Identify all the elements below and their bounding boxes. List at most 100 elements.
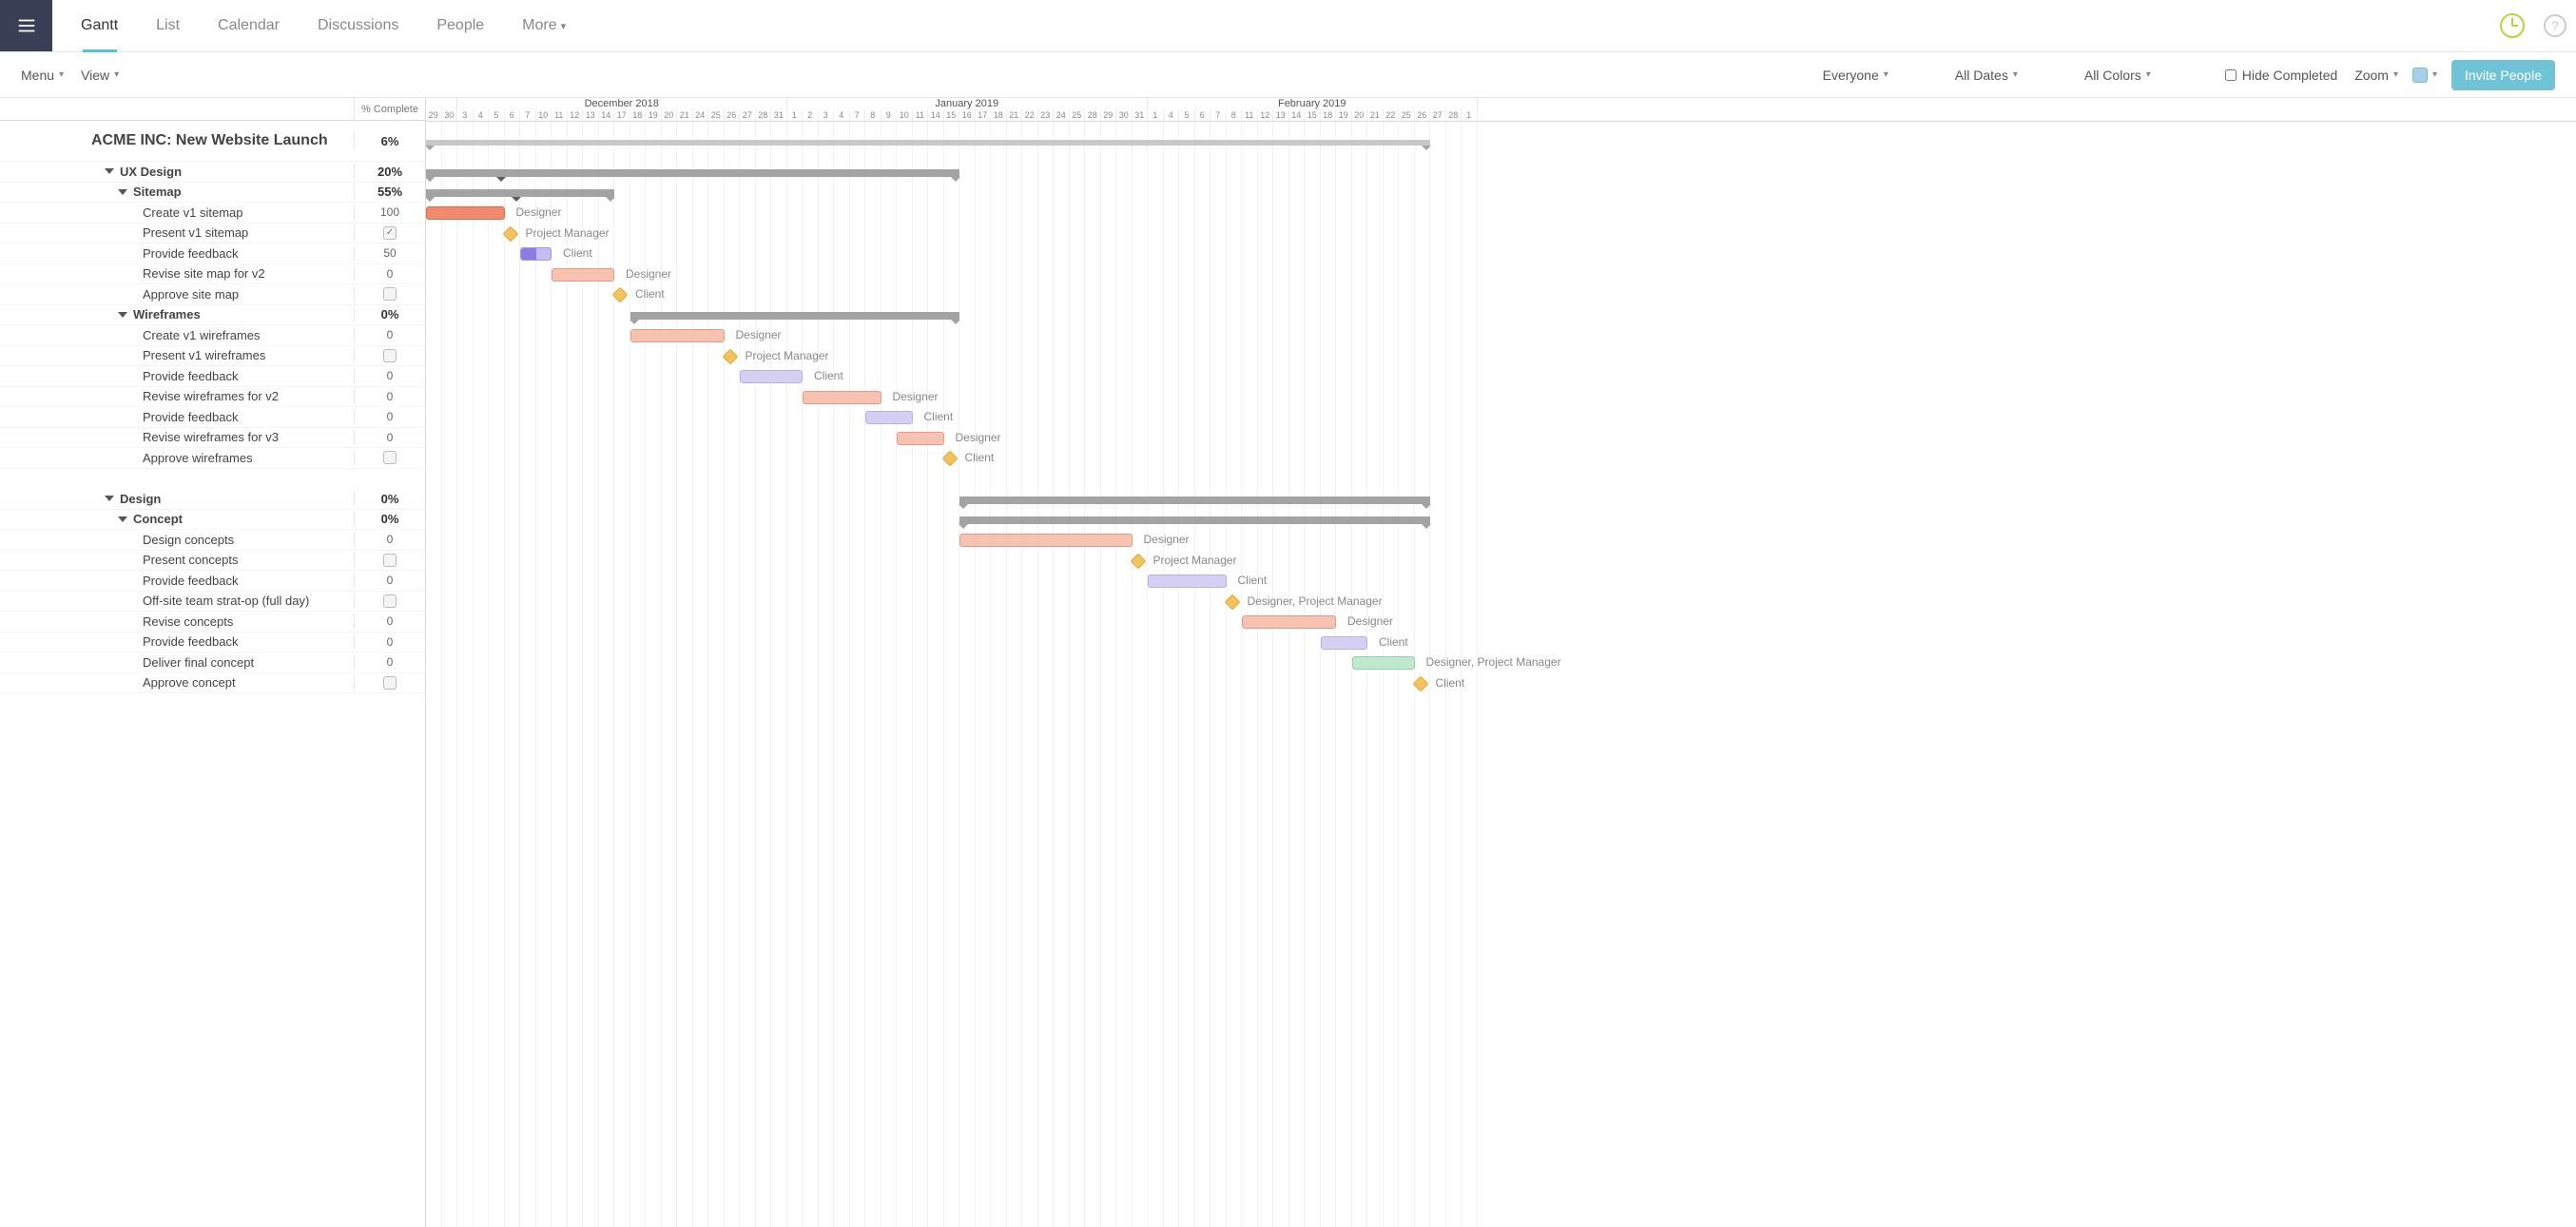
task-complete-checkbox[interactable] [383, 287, 397, 301]
task-complete-checkbox[interactable] [383, 226, 397, 240]
collapse-caret-icon[interactable] [118, 312, 127, 318]
filter-colors-dropdown[interactable]: All Colors ▾ [2084, 68, 2151, 83]
task-bar[interactable] [740, 370, 803, 383]
task-bar[interactable] [897, 432, 944, 445]
summary-bar[interactable] [959, 516, 1430, 524]
pct-complete-cell[interactable] [355, 554, 425, 567]
task-bar[interactable] [1352, 656, 1415, 670]
gantt-panel[interactable]: December 2018January 2019February 2019 2… [426, 98, 2576, 1227]
task-row[interactable]: Provide feedback50 [0, 243, 425, 264]
pct-complete-cell[interactable] [355, 226, 425, 240]
task-row[interactable]: Deliver final concept0 [0, 652, 425, 673]
pct-complete-cell[interactable]: 0 [355, 390, 425, 403]
task-complete-checkbox[interactable] [383, 676, 397, 690]
pct-complete-cell[interactable]: 0 [355, 635, 425, 649]
pct-complete-cell[interactable]: 0 [355, 655, 425, 669]
clock-icon[interactable] [2500, 13, 2525, 38]
pct-complete-cell[interactable]: 0 [355, 410, 425, 423]
pct-complete-cell[interactable]: 0 [355, 574, 425, 587]
task-group-row[interactable]: Concept0% [0, 510, 425, 531]
pct-complete-cell[interactable]: 0 [355, 533, 425, 546]
help-icon[interactable]: ? [2544, 14, 2566, 37]
task-row[interactable]: Create v1 wireframes0 [0, 325, 425, 346]
pct-complete-cell[interactable]: 0% [355, 512, 425, 526]
summary-bar[interactable] [426, 189, 614, 197]
summary-bar[interactable] [426, 169, 959, 177]
task-row[interactable]: Present concepts [0, 551, 425, 572]
task-row[interactable]: Provide feedback0 [0, 571, 425, 592]
pct-complete-cell[interactable] [355, 349, 425, 362]
tab-discussions[interactable]: Discussions [318, 0, 398, 52]
milestone-diamond[interactable] [941, 451, 958, 467]
color-picker[interactable]: ▾ [2412, 68, 2437, 83]
task-group-row[interactable]: Sitemap55% [0, 183, 425, 204]
task-row[interactable]: Approve site map [0, 284, 425, 305]
summary-bar[interactable] [426, 140, 1430, 146]
pct-complete-cell[interactable]: 20% [355, 165, 425, 179]
summary-bar[interactable] [630, 312, 960, 320]
pct-complete-cell[interactable]: 0 [355, 328, 425, 341]
task-row[interactable]: Revise concepts0 [0, 612, 425, 633]
menu-dropdown[interactable]: Menu ▾ [21, 68, 64, 83]
pct-complete-cell[interactable]: 0% [355, 492, 425, 506]
task-bar[interactable] [865, 411, 913, 424]
task-bar[interactable] [426, 206, 505, 220]
task-row[interactable]: Approve wireframes [0, 448, 425, 469]
milestone-diamond[interactable] [502, 225, 518, 242]
task-group-row[interactable]: UX Design20% [0, 162, 425, 183]
summary-bar[interactable] [959, 497, 1430, 504]
tab-gantt[interactable]: Gantt [81, 0, 118, 52]
pct-complete-cell[interactable]: 100 [355, 205, 425, 219]
task-complete-checkbox[interactable] [383, 349, 397, 362]
milestone-diamond[interactable] [1130, 553, 1146, 569]
collapse-caret-icon[interactable] [105, 168, 114, 174]
hide-completed-toggle[interactable]: Hide Completed [2225, 68, 2337, 83]
main-menu-button[interactable] [0, 0, 52, 51]
task-row[interactable]: Revise site map for v20 [0, 264, 425, 285]
pct-complete-cell[interactable]: 0 [355, 267, 425, 281]
task-row[interactable]: Create v1 sitemap100 [0, 203, 425, 224]
task-complete-checkbox[interactable] [383, 554, 397, 567]
task-bar[interactable] [1148, 575, 1227, 588]
task-row[interactable]: Present v1 sitemap [0, 224, 425, 244]
task-row[interactable]: Approve concept [0, 673, 425, 694]
task-bar[interactable] [803, 391, 881, 404]
milestone-diamond[interactable] [722, 348, 738, 364]
milestone-diamond[interactable] [1224, 594, 1240, 610]
pct-complete-cell[interactable]: 55% [355, 185, 425, 199]
task-row[interactable]: Design concepts0 [0, 530, 425, 551]
pct-complete-cell[interactable]: 0 [355, 431, 425, 444]
task-group-row[interactable]: Wireframes0% [0, 305, 425, 326]
task-group-row[interactable]: Design0% [0, 489, 425, 510]
invite-people-button[interactable]: Invite People [2451, 60, 2555, 90]
collapse-caret-icon[interactable] [118, 516, 127, 522]
pct-complete-cell[interactable]: 6% [355, 134, 425, 148]
filter-dates-dropdown[interactable]: All Dates ▾ [1955, 68, 2018, 83]
task-row[interactable]: Present v1 wireframes [0, 346, 425, 367]
collapse-caret-icon[interactable] [118, 189, 127, 195]
tab-list[interactable]: List [156, 0, 180, 52]
pct-complete-cell[interactable] [355, 594, 425, 608]
task-row[interactable]: Provide feedback0 [0, 407, 425, 428]
task-bar[interactable] [1242, 615, 1336, 629]
task-row[interactable]: Revise wireframes for v20 [0, 387, 425, 408]
task-row[interactable]: Off-site team strat-op (full day) [0, 592, 425, 613]
hide-completed-checkbox[interactable] [2225, 69, 2237, 81]
task-complete-checkbox[interactable] [383, 594, 397, 608]
task-bar[interactable] [630, 329, 725, 342]
tab-calendar[interactable]: Calendar [218, 0, 280, 52]
zoom-dropdown[interactable]: Zoom ▾ [2354, 68, 2398, 83]
tab-more[interactable]: More▾ [522, 0, 566, 52]
milestone-diamond[interactable] [1412, 675, 1428, 691]
pct-complete-cell[interactable] [355, 676, 425, 690]
task-bar[interactable] [520, 247, 552, 261]
filter-person-dropdown[interactable]: Everyone ▾ [1823, 68, 1888, 83]
task-bar[interactable] [552, 268, 614, 282]
view-dropdown[interactable]: View ▾ [81, 68, 119, 83]
pct-complete-cell[interactable] [355, 287, 425, 301]
pct-complete-cell[interactable]: 0% [355, 307, 425, 321]
milestone-diamond[interactable] [612, 287, 629, 303]
task-bar[interactable] [959, 534, 1133, 547]
task-row[interactable]: Revise wireframes for v30 [0, 428, 425, 449]
task-row[interactable]: Provide feedback0 [0, 366, 425, 387]
